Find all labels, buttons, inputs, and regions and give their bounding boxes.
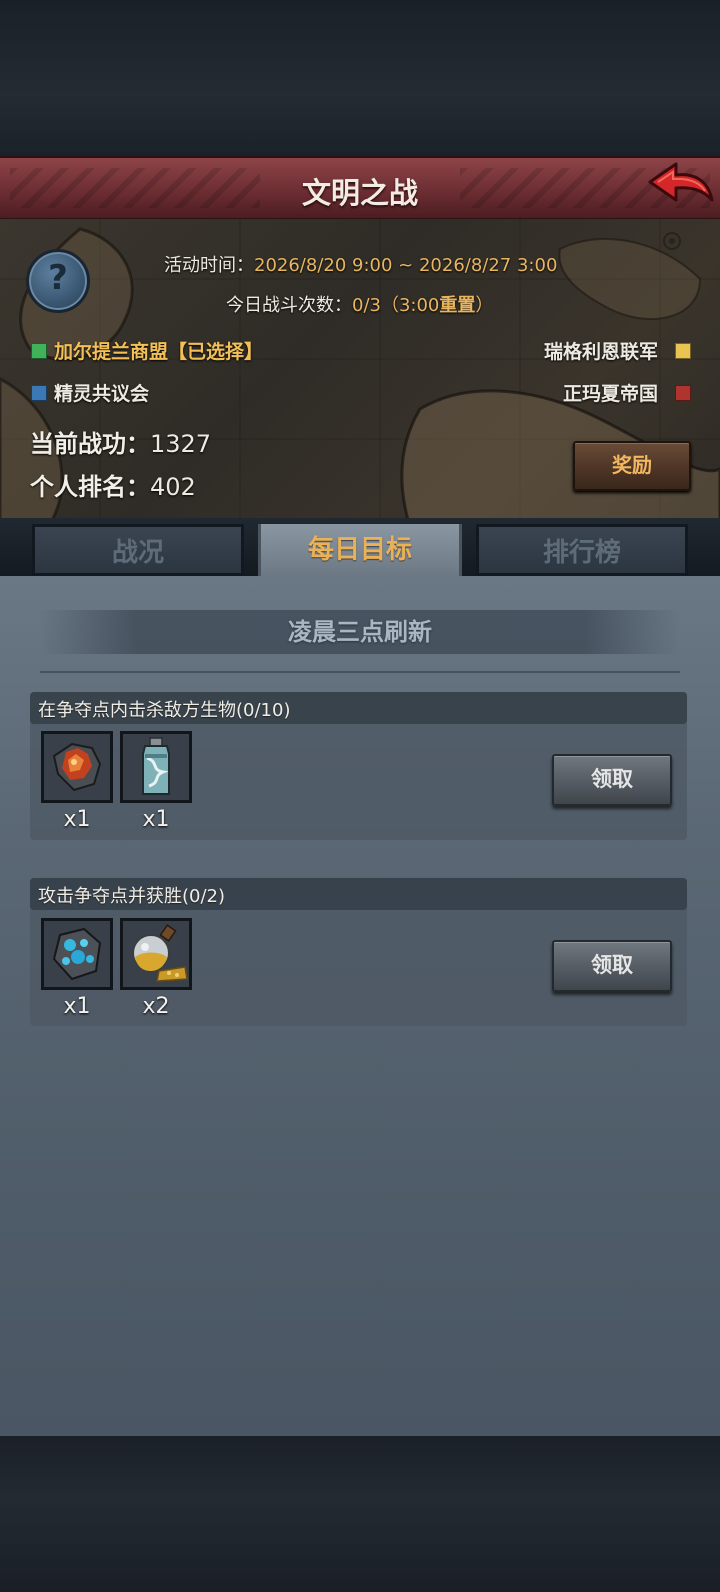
item-quantity: x1: [142, 807, 170, 832]
tab-daily-goals[interactable]: 每日目标: [258, 524, 462, 576]
gold-flask-icon[interactable]: [120, 918, 192, 990]
claim-button[interactable]: 领取: [552, 940, 672, 992]
claim-button[interactable]: 领取: [552, 754, 672, 806]
battle-count: 今日战斗次数：0/3（3:00重置）: [226, 295, 494, 316]
tab-battle-status[interactable]: 战况: [32, 524, 244, 576]
blue-gem-ore-icon[interactable]: [41, 918, 113, 990]
item-quantity: x1: [63, 807, 91, 832]
faction-color-blue: [31, 385, 47, 401]
item-quantity: x2: [142, 994, 170, 1019]
faction-color-green: [31, 343, 47, 359]
back-arrow-icon[interactable]: [646, 160, 716, 212]
item-quantity: x1: [63, 994, 91, 1019]
question-mark-icon: ?: [48, 258, 68, 298]
help-button[interactable]: ?: [26, 249, 90, 313]
reward-button[interactable]: 奖励: [573, 441, 691, 491]
bottom-background: [0, 1436, 720, 1592]
faction-elven-council: 精灵共议会: [54, 383, 150, 405]
faction-galtiran-selected: 加尔提兰商盟【已选择】: [54, 341, 264, 363]
current-merit: 当前战功：1327: [30, 430, 212, 458]
task-title: 攻击争夺点并获胜(0/2): [38, 886, 226, 907]
task-title: 在争夺点内击杀敌方生物(0/10): [38, 700, 291, 721]
personal-rank: 个人排名：402: [30, 473, 196, 501]
divider: [40, 671, 680, 673]
title-bar: 文明之战: [0, 156, 720, 221]
page-title: 文明之战: [301, 176, 418, 210]
red-ore-crystal-icon[interactable]: [41, 731, 113, 803]
top-background: [0, 0, 720, 156]
faction-regulian: 瑞格利恩联军: [543, 341, 658, 363]
faction-zhengma-empire: 正玛夏帝国: [562, 383, 658, 405]
faction-color-red: [675, 385, 691, 401]
blue-potion-bottle-icon[interactable]: [120, 731, 192, 803]
event-time: 活动时间：2026/8/20 9:00 ~ 2026/8/27 3:00: [164, 255, 558, 276]
faction-color-yellow: [675, 343, 691, 359]
tab-leaderboard[interactable]: 排行榜: [476, 524, 688, 576]
refresh-notice: 凌晨三点刷新: [40, 610, 680, 654]
